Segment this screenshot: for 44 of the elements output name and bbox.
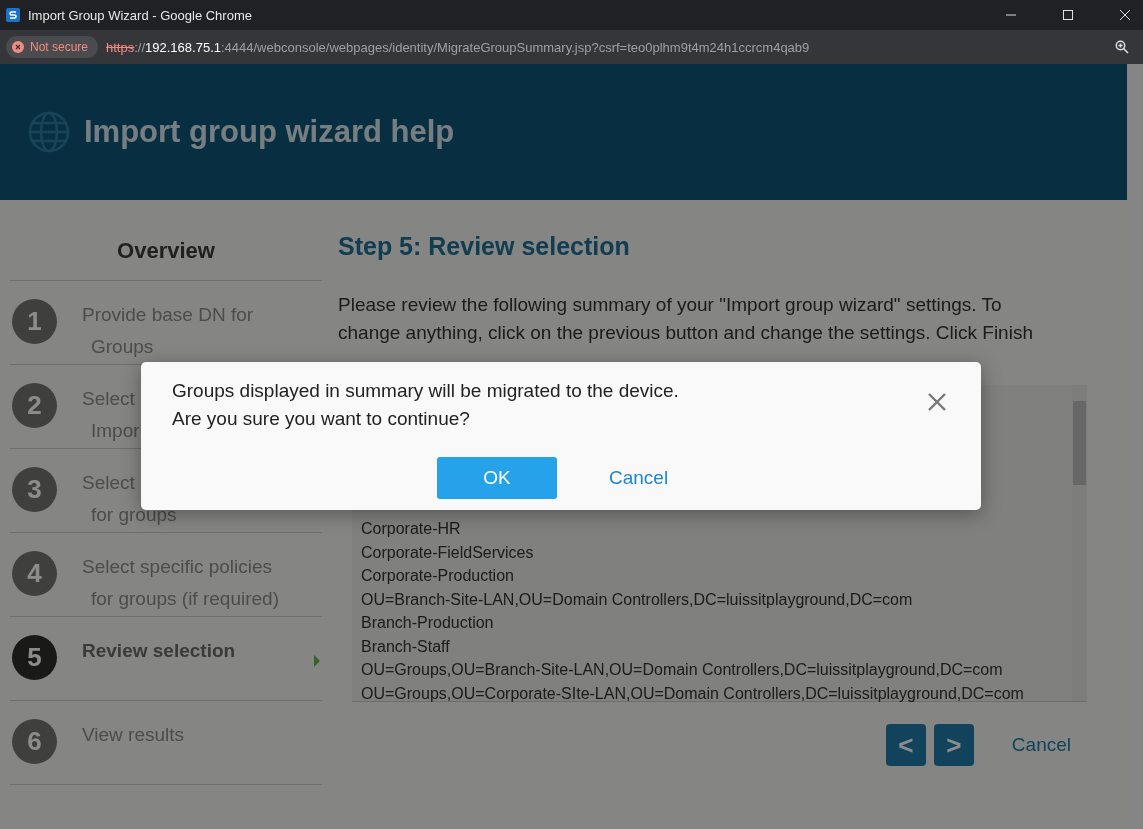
dialog-message: Groups displayed in summary will be migrated to the device. [172, 379, 679, 403]
current-step-arrow-icon [314, 655, 320, 667]
summary-item: Corporate-HR [361, 519, 462, 539]
next-button[interactable]: > [933, 724, 974, 766]
step-label[interactable]: Select [82, 467, 135, 499]
window-title: Import Group Wizard - Google Chrome [28, 7, 253, 23]
step-label[interactable]: Select specific policies [82, 551, 273, 583]
step-number: 6 [12, 719, 57, 764]
step-label[interactable]: Provide base DN for [82, 299, 254, 331]
step-number: 1 [12, 299, 57, 344]
summary-item: OU=Groups,OU=Corporate-SIte-LAN,OU=Domain Controllers,DC=luissitplayground,DC=com [361, 683, 1025, 704]
summary-item: OU=Branch-Site-LAN,OU=Domain Controllers,DC=luissitplayground,DC=com [361, 589, 914, 610]
step-title: Step 5: Review selection [338, 232, 631, 261]
previous-button[interactable]: < [885, 724, 926, 766]
cancel-link[interactable]: Cancel [609, 467, 669, 489]
summary-item: Corporate-FieldServices [361, 542, 535, 563]
intro-text: Please review the following summary of your "Import group wizard" settings. To [338, 293, 1003, 317]
step-number: 5 [12, 635, 57, 680]
app-logo-icon [6, 8, 20, 22]
step-label[interactable]: Select [82, 383, 135, 415]
step-label[interactable]: for groups (if required) [91, 583, 279, 615]
sidebar-title: Overview [10, 238, 322, 281]
step-label[interactable]: Review selection [82, 635, 236, 667]
url-text[interactable]: https://192.168.75.1:4444/webconsole/webpages/identity/MigrateGroupSummary.jsp?csrf=teo0plhm9t4m24h1ccrcm4qab9 [106, 39, 1115, 55]
page-title: Import group wizard help [84, 114, 455, 150]
summary-item: OU=Groups,OU=Branch-Site-LAN,OU=Domain Controllers,DC=luissitplayground,DC=com [361, 660, 1004, 680]
cancel-link[interactable]: Cancel [1011, 734, 1071, 756]
zoom-icon[interactable] [1115, 40, 1129, 54]
dialog-message: Are you sure you want to continue? [172, 407, 470, 431]
ok-button[interactable]: OK [437, 457, 557, 499]
step-number: 4 [12, 551, 57, 596]
step-number: 3 [12, 467, 57, 512]
warning-icon [12, 41, 24, 53]
security-chip[interactable]: Not secure [6, 36, 99, 58]
summary-item: Corporate-Production [361, 566, 515, 586]
maximize-icon[interactable] [1062, 9, 1074, 21]
intro-text: change anything, click on the previous button and change the settings. Click Finish [338, 321, 1034, 345]
step-label[interactable]: Impor [91, 415, 140, 447]
summary-item: Branch-Production [361, 613, 495, 633]
summary-item: Branch-Staff [361, 636, 451, 657]
step-label[interactable]: View results [82, 719, 185, 751]
step-label[interactable]: for groups [91, 499, 177, 531]
step-label[interactable]: Groups [91, 331, 154, 363]
step-number: 2 [12, 383, 57, 428]
